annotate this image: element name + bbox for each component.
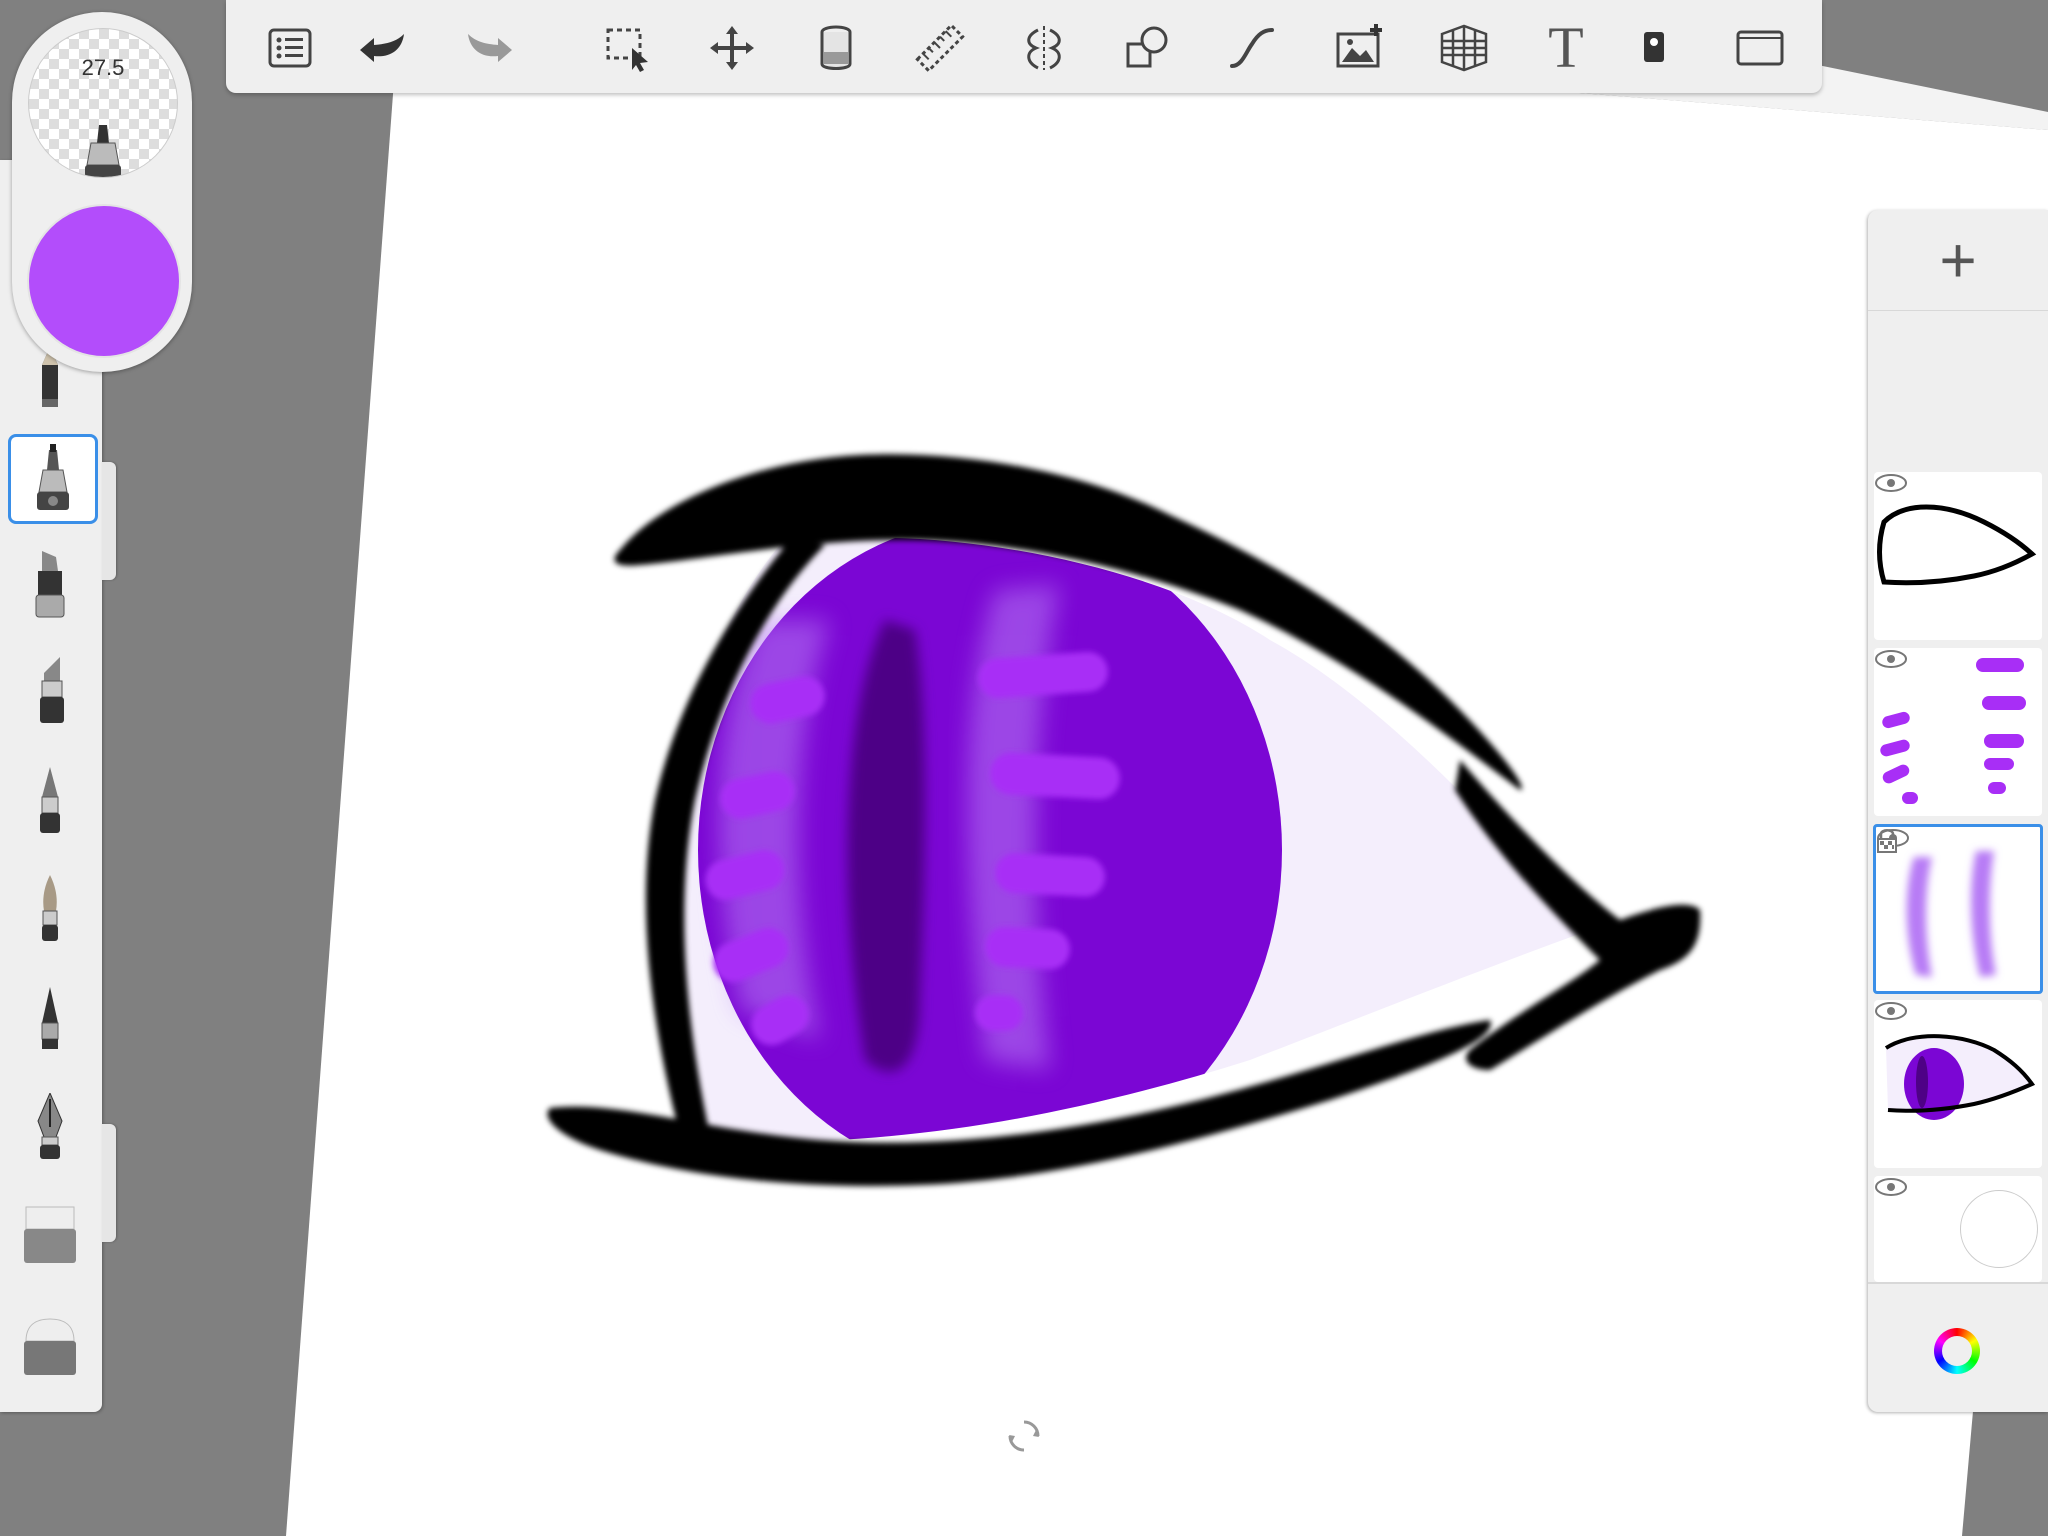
redo-icon[interactable]: [460, 18, 520, 78]
brush-chisel-marker[interactable]: [8, 650, 92, 734]
brush-size-preview[interactable]: 27.5: [28, 28, 178, 178]
shape-icon[interactable]: [1118, 18, 1178, 78]
brush-ballpoint[interactable]: [8, 760, 92, 844]
brush-airbrush[interactable]: [8, 976, 92, 1060]
selection-icon[interactable]: [598, 18, 658, 78]
top-toolbar: T: [226, 0, 1822, 93]
layer-color-thumbnail: [1884, 1034, 2036, 1120]
brush-eraser-hard[interactable]: [8, 1304, 92, 1388]
layer-iris-shading-thumbnail: [1906, 851, 1996, 977]
artwork-eye[interactable]: [0, 0, 2048, 1536]
text-tool-glyph: T: [1548, 15, 1584, 80]
brush-paintbrush[interactable]: [8, 868, 92, 952]
add-layer-glyph: +: [1939, 224, 1977, 296]
add-layer-button[interactable]: +: [1868, 210, 2048, 311]
panel-divider: [1868, 1282, 2048, 1284]
fill-bucket-icon[interactable]: [806, 18, 866, 78]
layer-iris-shading[interactable]: [1873, 824, 2043, 994]
current-brush-icon: [85, 125, 121, 177]
layer-color[interactable]: [1874, 1000, 2042, 1168]
brush-ink-pen[interactable]: [8, 434, 98, 524]
transform-icon[interactable]: [702, 18, 762, 78]
brush-puck[interactable]: 27.5: [12, 12, 192, 372]
curve-icon[interactable]: [1222, 18, 1282, 78]
brush-opacity-slider[interactable]: [102, 1124, 116, 1242]
background-color-swatch[interactable]: [1960, 1190, 2038, 1268]
text-icon[interactable]: T: [1536, 18, 1596, 78]
layer-alpha-lock-icon[interactable]: [1876, 827, 1898, 853]
current-color-swatch[interactable]: [27, 204, 181, 358]
layer-highlights-thumbnail: [1880, 658, 2026, 804]
brush-fountain-pen[interactable]: [8, 1086, 92, 1170]
layer-visibility-eye-icon[interactable]: [1874, 648, 1908, 670]
color-wheel-icon[interactable]: [1934, 1328, 1980, 1374]
brush-size-label: 27.5: [81, 55, 125, 80]
layer-outline-thumbnail: [1877, 504, 2037, 586]
brush-size-slider[interactable]: [102, 462, 116, 580]
fullscreen-icon[interactable]: [1730, 18, 1790, 78]
ruler-icon[interactable]: [910, 18, 970, 78]
undo-icon[interactable]: [352, 18, 412, 78]
layer-outline[interactable]: [1874, 472, 2042, 640]
layer-visibility-eye-icon[interactable]: [1874, 1176, 1908, 1198]
symmetry-icon[interactable]: [1014, 18, 1074, 78]
layers-panel: +: [1868, 210, 2048, 1412]
list-icon[interactable]: [260, 18, 320, 78]
layer-background[interactable]: [1874, 1176, 2042, 1282]
layer-highlights[interactable]: [1874, 648, 2042, 816]
layer-visibility-eye-icon[interactable]: [1874, 472, 1908, 494]
layer-visibility-eye-icon[interactable]: [1874, 1000, 1908, 1022]
loading-spinner-icon: [1008, 1420, 1040, 1452]
color-picker-icon[interactable]: [1624, 18, 1684, 78]
perspective-icon[interactable]: [1434, 18, 1494, 78]
brush-marker[interactable]: [8, 544, 92, 628]
brush-eraser-soft[interactable]: [8, 1192, 92, 1276]
import-image-icon[interactable]: [1330, 18, 1390, 78]
